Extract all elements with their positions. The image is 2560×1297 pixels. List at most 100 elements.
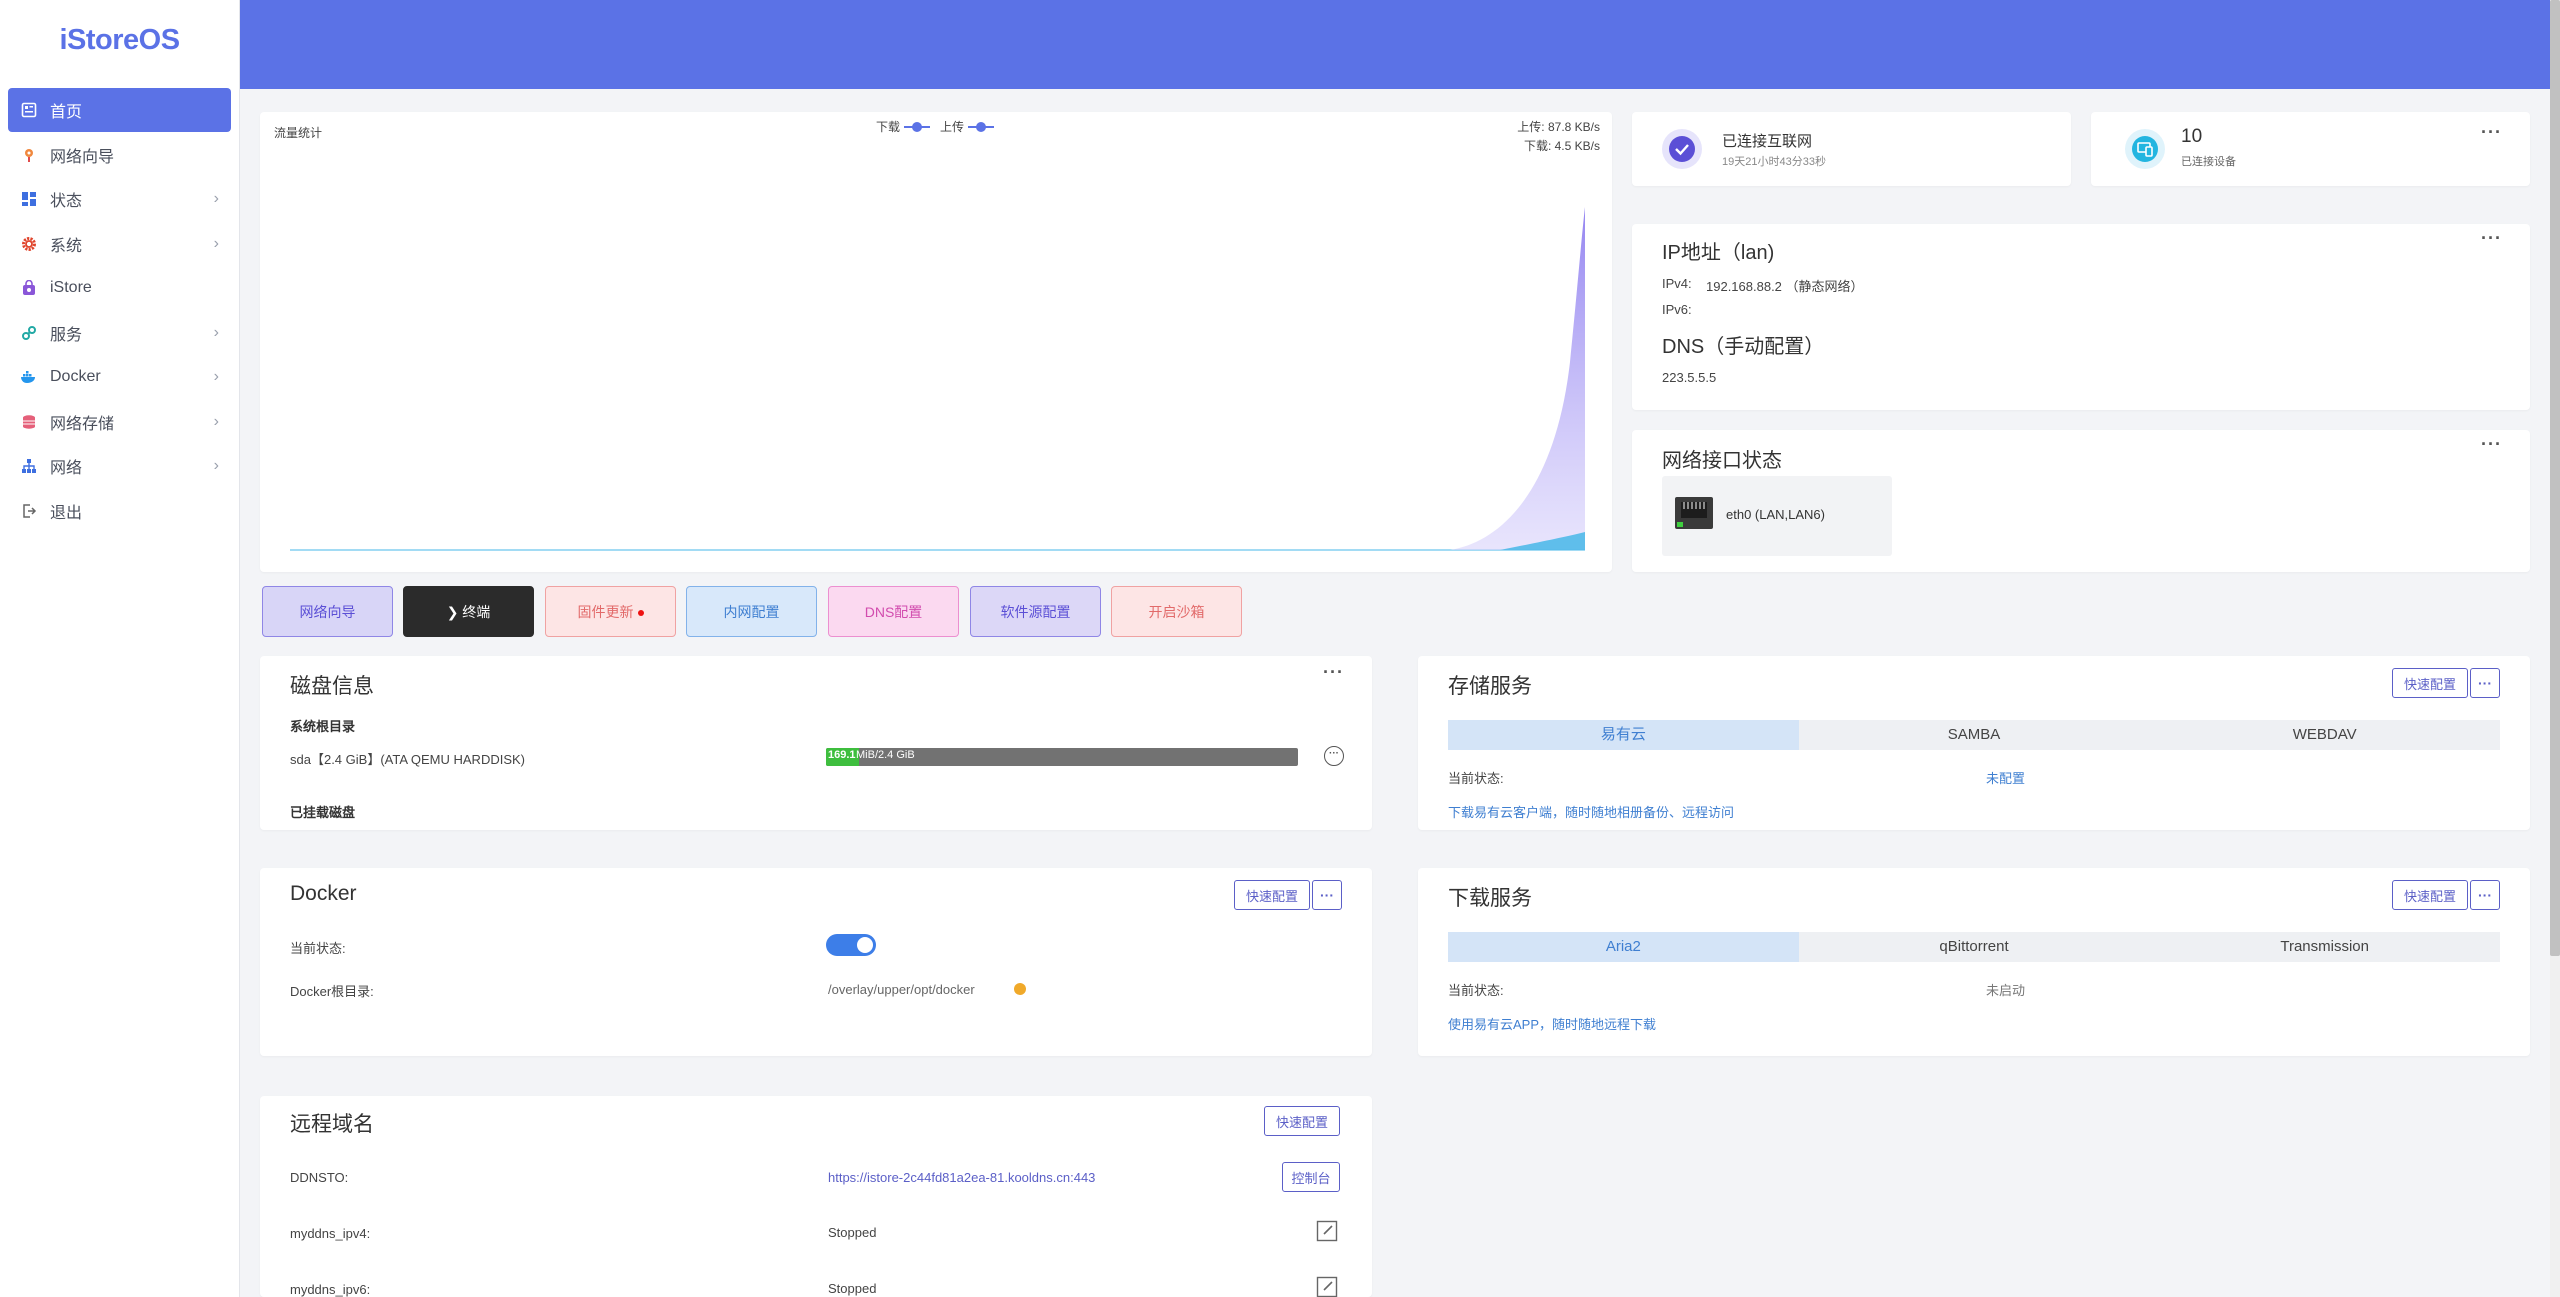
ip-title: IP地址（lan) (1662, 242, 1775, 264)
storage-more-button[interactable]: ··· (2470, 668, 2500, 698)
sidebar-item-label: 网络 (50, 460, 83, 477)
interfaces-more-button[interactable]: ··· (2481, 434, 2502, 455)
sidebar-item-label: iStore (50, 279, 92, 296)
devices-count: 10 (2181, 126, 2203, 147)
chevron-right-icon: › (213, 412, 219, 430)
ddns-quick-config-button[interactable]: 快速配置 (1264, 1106, 1340, 1136)
ddns-card: 远程域名 快速配置 DDNSTO: https://istore-2c44fd8… (260, 1096, 1372, 1297)
sandbox-button[interactable]: 开启沙箱 (1111, 586, 1242, 637)
tab-transmission[interactable]: Transmission (2149, 932, 2501, 962)
download-tabs: Aria2 qBittorrent Transmission (1448, 932, 2501, 962)
disk-more-button[interactable]: ··· (1323, 662, 1344, 683)
disk-usage-bar: 169.1 MiB/2.4 GiB (826, 748, 1298, 766)
tab-aria2[interactable]: Aria2 (1448, 932, 1799, 962)
quick-button-label: DNS配置 (864, 603, 923, 620)
storage-quick-config-button[interactable]: 快速配置 (2392, 668, 2468, 698)
docker-toggle[interactable] (826, 934, 876, 956)
sidebar-item-network[interactable]: 网络 › (8, 444, 231, 488)
quick-button-label: 内网配置 (723, 603, 780, 620)
download-more-button[interactable]: ··· (2470, 880, 2500, 910)
docker-title: Docker (290, 882, 357, 905)
sidebar-item-logout[interactable]: 退出 (8, 489, 231, 533)
download-title: 下载服务 (1448, 887, 1532, 910)
sidebar-item-system[interactable]: 系统 › (8, 222, 231, 266)
scrollbar-thumb[interactable] (2550, 0, 2560, 956)
devices-more-button[interactable]: ··· (2481, 122, 2502, 143)
root-dir-label: 系统根目录 (290, 719, 356, 734)
download-status-label: 当前状态: (1448, 983, 1504, 998)
storage-title: 存储服务 (1448, 675, 1532, 698)
services-icon (20, 324, 38, 342)
edit-icon[interactable] (1316, 1276, 1338, 1297)
storage-status-label: 当前状态: (1448, 771, 1504, 786)
tab-samba[interactable]: SAMBA (1798, 720, 2150, 750)
download-card: 下载服务 快速配置 ··· Aria2 qBittorrent Transmis… (1418, 868, 2530, 1056)
devices-icon (2125, 129, 2165, 169)
sidebar-item-status[interactable]: 状态 › (8, 177, 231, 221)
tab-webdav[interactable]: WEBDAV (2149, 720, 2501, 750)
disk-title: 磁盘信息 (290, 675, 374, 698)
quick-button-label: 开启沙箱 (1148, 603, 1205, 620)
download-status-value: 未启动 (1986, 983, 2026, 998)
storage-tabs: 易有云 SAMBA WEBDAV (1448, 720, 2501, 750)
sidebar-item-services[interactable]: 服务 › (8, 311, 231, 355)
storage-download-link[interactable]: 下载易有云客户端，随时随地相册备份、远程访问 (1448, 802, 1734, 821)
quick-button-label: ❯ 终端 (446, 603, 491, 620)
header-bar (240, 0, 2550, 89)
ipv4-value: 192.168.88.2 （静态网络） (1706, 279, 1864, 294)
sidebar-item-istore[interactable]: iStore (8, 266, 231, 310)
quick-button-label: 固件更新 (577, 603, 634, 620)
sidebar-item-network-wizard[interactable]: 网络向导 (8, 133, 231, 177)
tab-easycloud[interactable]: 易有云 (1448, 720, 1799, 750)
docker-quick-config-button[interactable]: 快速配置 (1234, 880, 1310, 910)
app-logo[interactable]: iStoreOS (0, 0, 239, 80)
sidebar-item-label: 网络向导 (50, 148, 115, 166)
mounted-disk-label: 已挂载磁盘 (290, 805, 356, 820)
chevron-right-icon: › (213, 190, 219, 207)
port-eth0[interactable]: eth0 (LAN,LAN6) (1662, 476, 1892, 556)
gear-icon (20, 235, 38, 253)
devices-card: 10 已连接设备 ··· (2091, 112, 2530, 186)
ipv4-label: IPv4: (1662, 276, 1692, 291)
edit-icon[interactable] (1316, 1220, 1338, 1246)
interfaces-card: 网络接口状态 ··· eth0 (LAN,LAN6) (1632, 430, 2530, 572)
internet-status-card: 已连接互联网 19天21小时43分33秒 (1632, 112, 2071, 186)
myddns-ipv6-label: myddns_ipv6: (290, 1282, 371, 1297)
tab-qbittorrent[interactable]: qBittorrent (1798, 932, 2150, 962)
disk-options-icon[interactable]: ··· (1324, 746, 1344, 766)
traffic-card: 流量统计 下载 上传 上传: 87.8 KB/s 下载: 4.5 KB/s (260, 112, 1612, 572)
firmware-update-button[interactable]: 固件更新 (545, 586, 676, 637)
storage-icon (20, 413, 38, 431)
internet-status-title: 已连接互联网 (1722, 133, 1813, 150)
docker-root-value: /overlay/upper/opt/docker (828, 982, 975, 997)
sidebar-item-docker[interactable]: Docker › (8, 355, 231, 399)
disk-usage-rest: MiB/2.4 GiB (856, 749, 915, 761)
ddnsto-url[interactable]: https://istore-2c44fd81a2ea-81.kooldns.c… (828, 1170, 1095, 1185)
ddnsto-console-button[interactable]: 控制台 (1282, 1162, 1340, 1192)
traffic-chart (290, 207, 1585, 551)
lan-config-button[interactable]: 内网配置 (686, 586, 817, 637)
docker-status-label: 当前状态: (290, 941, 346, 956)
dns-config-button[interactable]: DNS配置 (828, 586, 959, 637)
terminal-button[interactable]: ❯ 终端 (403, 586, 534, 637)
storage-status-value[interactable]: 未配置 (1986, 768, 2025, 787)
dns-title: DNS（手动配置） (1662, 336, 1825, 358)
ethernet-port-icon (1674, 496, 1714, 534)
ip-more-button[interactable]: ··· (2481, 228, 2502, 249)
ddns-title: 远程域名 (290, 1113, 374, 1136)
docker-more-button[interactable]: ··· (1312, 880, 1342, 910)
sidebar-item-label: 状态 (50, 193, 83, 210)
sidebar-item-home[interactable]: 首页 (8, 88, 231, 132)
check-circle-icon (1662, 129, 1702, 169)
myddns-ipv4-label: myddns_ipv4: (290, 1226, 371, 1241)
logout-icon (20, 502, 38, 520)
network-wizard-icon (20, 146, 38, 164)
disk-name: sda【2.4 GiB】(ATA QEMU HARDDISK) (290, 752, 526, 767)
disk-usage-used: 169.1 (828, 749, 856, 761)
software-source-button[interactable]: 软件源配置 (970, 586, 1101, 637)
store-icon (20, 279, 38, 297)
network-wizard-button[interactable]: 网络向导 (262, 586, 393, 637)
download-quick-config-button[interactable]: 快速配置 (2392, 880, 2468, 910)
sidebar-item-network-storage[interactable]: 网络存储 › (8, 400, 231, 444)
download-app-link[interactable]: 使用易有云APP，随时随地远程下载 (1448, 1014, 1656, 1033)
